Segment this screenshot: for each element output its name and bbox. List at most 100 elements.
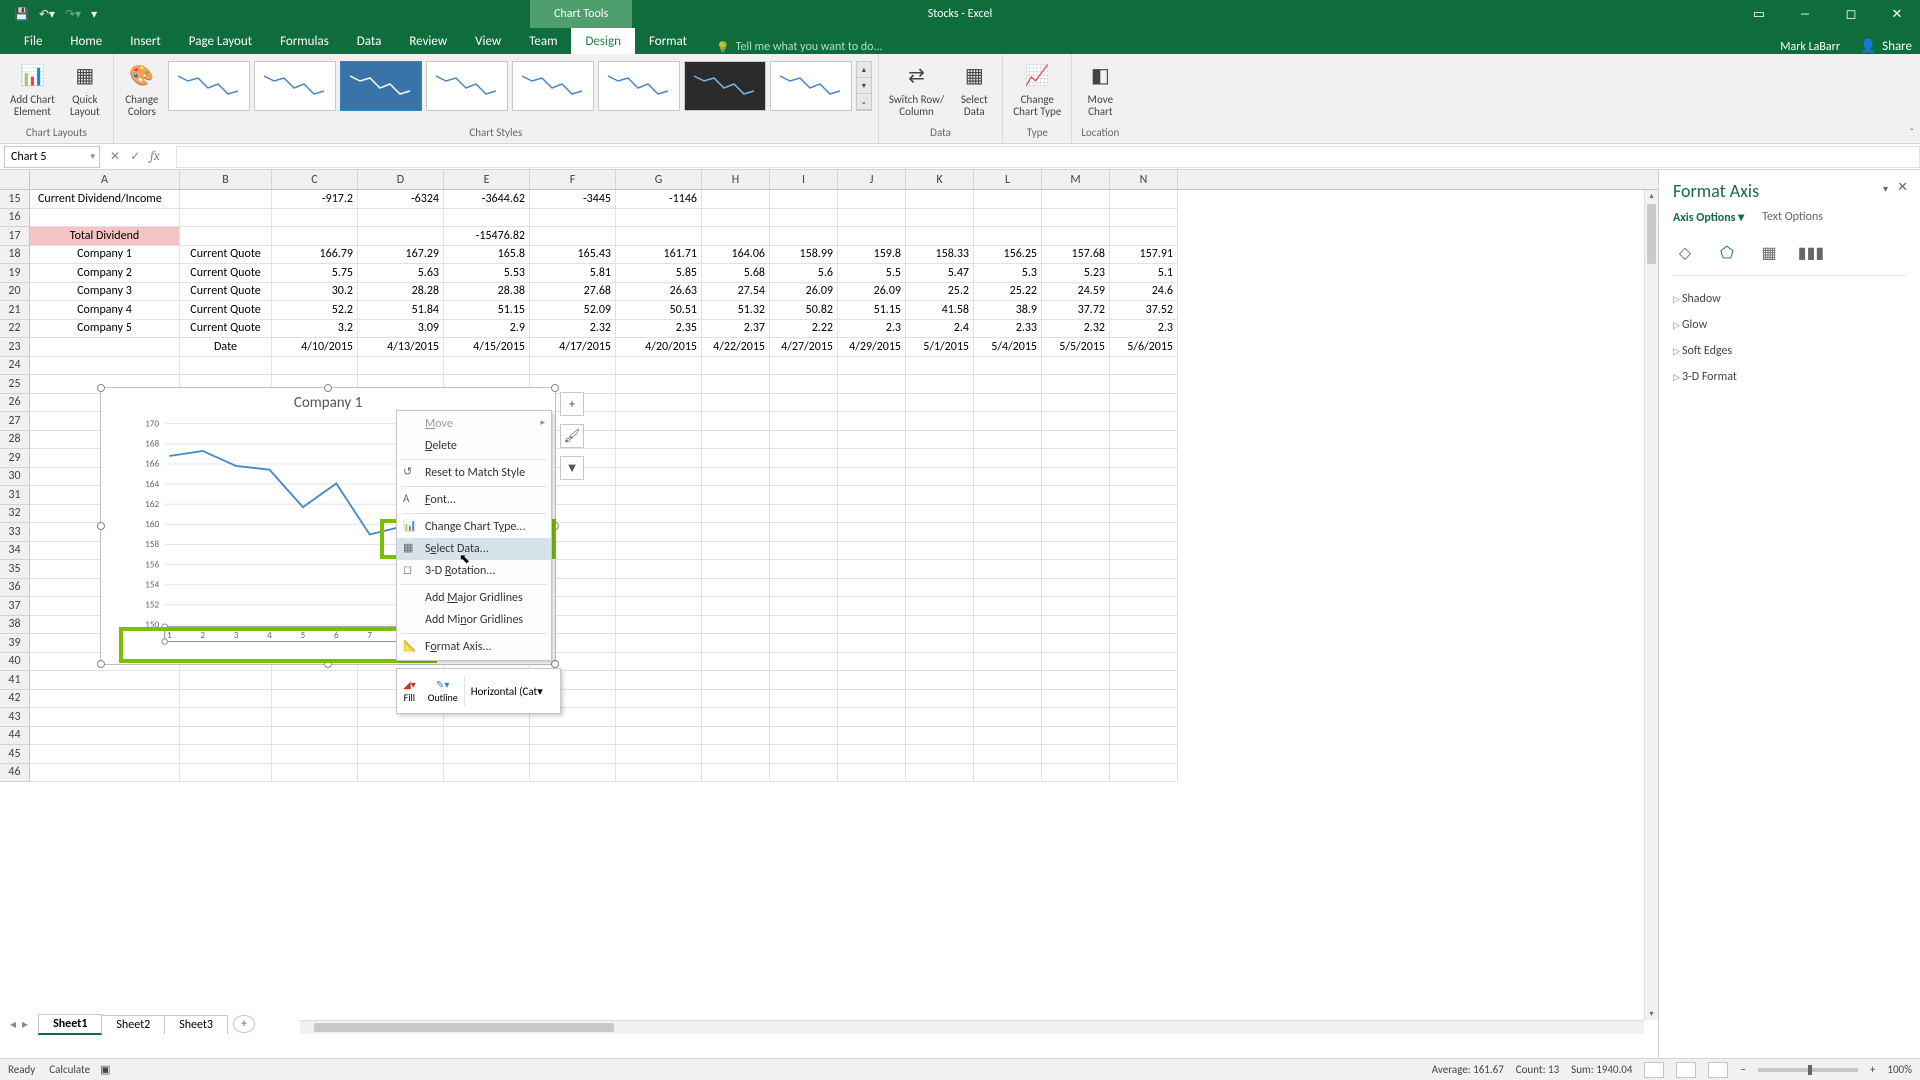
cell[interactable] [1110,227,1178,246]
formula-input[interactable] [176,146,1920,168]
move-chart-button[interactable]: ◧MoveChart [1078,57,1122,120]
cell[interactable] [770,690,838,709]
ctx-delete[interactable]: Delete [397,435,551,457]
cell[interactable] [906,486,974,505]
cell[interactable] [180,357,272,376]
cell[interactable]: 4/17/2015 [530,338,616,357]
cell[interactable] [30,727,180,746]
cell[interactable] [770,209,838,228]
cell[interactable]: 165.43 [530,246,616,265]
cell[interactable] [1042,634,1110,653]
row-header[interactable]: 44 [0,727,30,746]
cell[interactable] [906,727,974,746]
cell[interactable] [1110,727,1178,746]
cell[interactable] [974,486,1042,505]
mini-fill-button[interactable]: ◢▾Fill [397,676,422,706]
cell[interactable] [770,505,838,524]
col-header-B[interactable]: B [180,170,272,189]
cell[interactable] [770,653,838,672]
cell[interactable]: 37.72 [1042,301,1110,320]
cell[interactable] [838,486,906,505]
cell[interactable] [1110,449,1178,468]
row-header[interactable]: 26 [0,394,30,413]
row-header[interactable]: 39 [0,634,30,653]
col-header-N[interactable]: N [1110,170,1178,189]
row-header[interactable]: 21 [0,301,30,320]
cell[interactable]: 30.2 [272,283,358,302]
cell[interactable]: 157.68 [1042,246,1110,265]
cell[interactable] [906,375,974,394]
cell[interactable] [838,671,906,690]
cell[interactable]: 51.15 [444,301,530,320]
cell[interactable] [702,412,770,431]
cell[interactable] [770,486,838,505]
chart-style-1[interactable] [168,61,250,111]
cell[interactable] [770,227,838,246]
row-header[interactable]: 20 [0,283,30,302]
row-header[interactable]: 23 [0,338,30,357]
cell[interactable] [974,375,1042,394]
cell[interactable] [974,653,1042,672]
cell[interactable] [616,209,702,228]
cell[interactable] [1042,357,1110,376]
cell[interactable] [770,375,838,394]
cell[interactable] [838,634,906,653]
cell[interactable] [1110,579,1178,598]
col-header-E[interactable]: E [444,170,530,189]
cell[interactable]: 4/27/2015 [770,338,838,357]
cell[interactable] [530,764,616,783]
cell[interactable] [702,764,770,783]
zoom-in-icon[interactable]: + [1870,1063,1875,1076]
cell[interactable] [838,616,906,635]
cell[interactable] [616,579,702,598]
cell[interactable]: Company 3 [30,283,180,302]
pane-fill-icon[interactable]: ◇ [1673,241,1697,265]
row-header[interactable]: 19 [0,264,30,283]
row-header[interactable]: 22 [0,320,30,339]
cell[interactable]: 2.3 [838,320,906,339]
ctx-format-axis[interactable]: 📐Format Axis... [397,636,551,658]
pane-close-icon[interactable]: ✕ [1897,180,1908,195]
cell[interactable] [1042,505,1110,524]
cell[interactable]: 50.51 [616,301,702,320]
tab-page-layout[interactable]: Page Layout [175,28,266,54]
cell[interactable] [180,671,272,690]
row-header[interactable]: 37 [0,597,30,616]
cell[interactable] [770,616,838,635]
cell[interactable] [1110,653,1178,672]
col-header-G[interactable]: G [616,170,702,189]
cell[interactable] [616,357,702,376]
row-header[interactable]: 46 [0,764,30,783]
cell[interactable] [1042,431,1110,450]
col-header-H[interactable]: H [702,170,770,189]
cell[interactable]: 5.6 [770,264,838,283]
cell[interactable] [702,468,770,487]
cell[interactable] [974,394,1042,413]
cell[interactable] [906,597,974,616]
cell[interactable] [616,634,702,653]
chart-resize-handle[interactable] [97,522,105,530]
cell[interactable] [838,560,906,579]
cell[interactable] [838,449,906,468]
chart-style-6[interactable] [598,61,680,111]
col-header-L[interactable]: L [974,170,1042,189]
sheet-tab-1[interactable]: Sheet1 [38,1014,102,1035]
cell[interactable]: Date [180,338,272,357]
cell[interactable]: 5/5/2015 [1042,338,1110,357]
cell[interactable] [1042,449,1110,468]
cell[interactable] [770,764,838,783]
cell[interactable]: Company 5 [30,320,180,339]
cell[interactable]: 24.6 [1110,283,1178,302]
cell[interactable] [838,579,906,598]
cell[interactable]: 5.75 [272,264,358,283]
cell[interactable] [906,616,974,635]
cell[interactable] [1042,523,1110,542]
cell[interactable] [616,486,702,505]
cell[interactable] [702,227,770,246]
cell[interactable] [838,597,906,616]
cell[interactable]: 27.54 [702,283,770,302]
mini-outline-button[interactable]: ✎▾Outline [422,676,464,706]
cell[interactable] [770,431,838,450]
tab-file[interactable]: File [10,28,56,54]
view-normal-icon[interactable] [1644,1062,1664,1078]
